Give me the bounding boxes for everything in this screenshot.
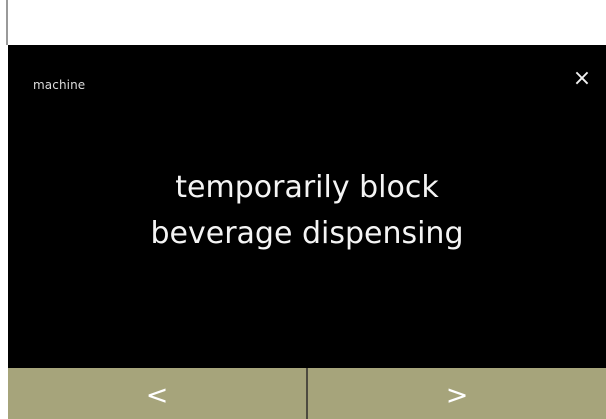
- next-button[interactable]: >: [308, 368, 606, 419]
- close-icon: ×: [572, 66, 592, 91]
- left-edge-line: [6, 0, 8, 45]
- setting-message: temporarily block beverage dispensing: [8, 165, 606, 257]
- message-line-1: temporarily block: [175, 170, 439, 205]
- previous-button[interactable]: <: [8, 368, 308, 419]
- chevron-right-icon: >: [445, 380, 469, 411]
- machine-settings-screen: machine × temporarily block beverage dis…: [8, 45, 606, 419]
- chevron-left-icon: <: [145, 380, 169, 411]
- screenshot-page: machine × temporarily block beverage dis…: [0, 0, 606, 419]
- page-title: machine: [33, 78, 86, 92]
- navigation-footer: < >: [8, 368, 606, 419]
- close-button[interactable]: ×: [570, 67, 594, 91]
- message-line-2: beverage dispensing: [150, 216, 464, 251]
